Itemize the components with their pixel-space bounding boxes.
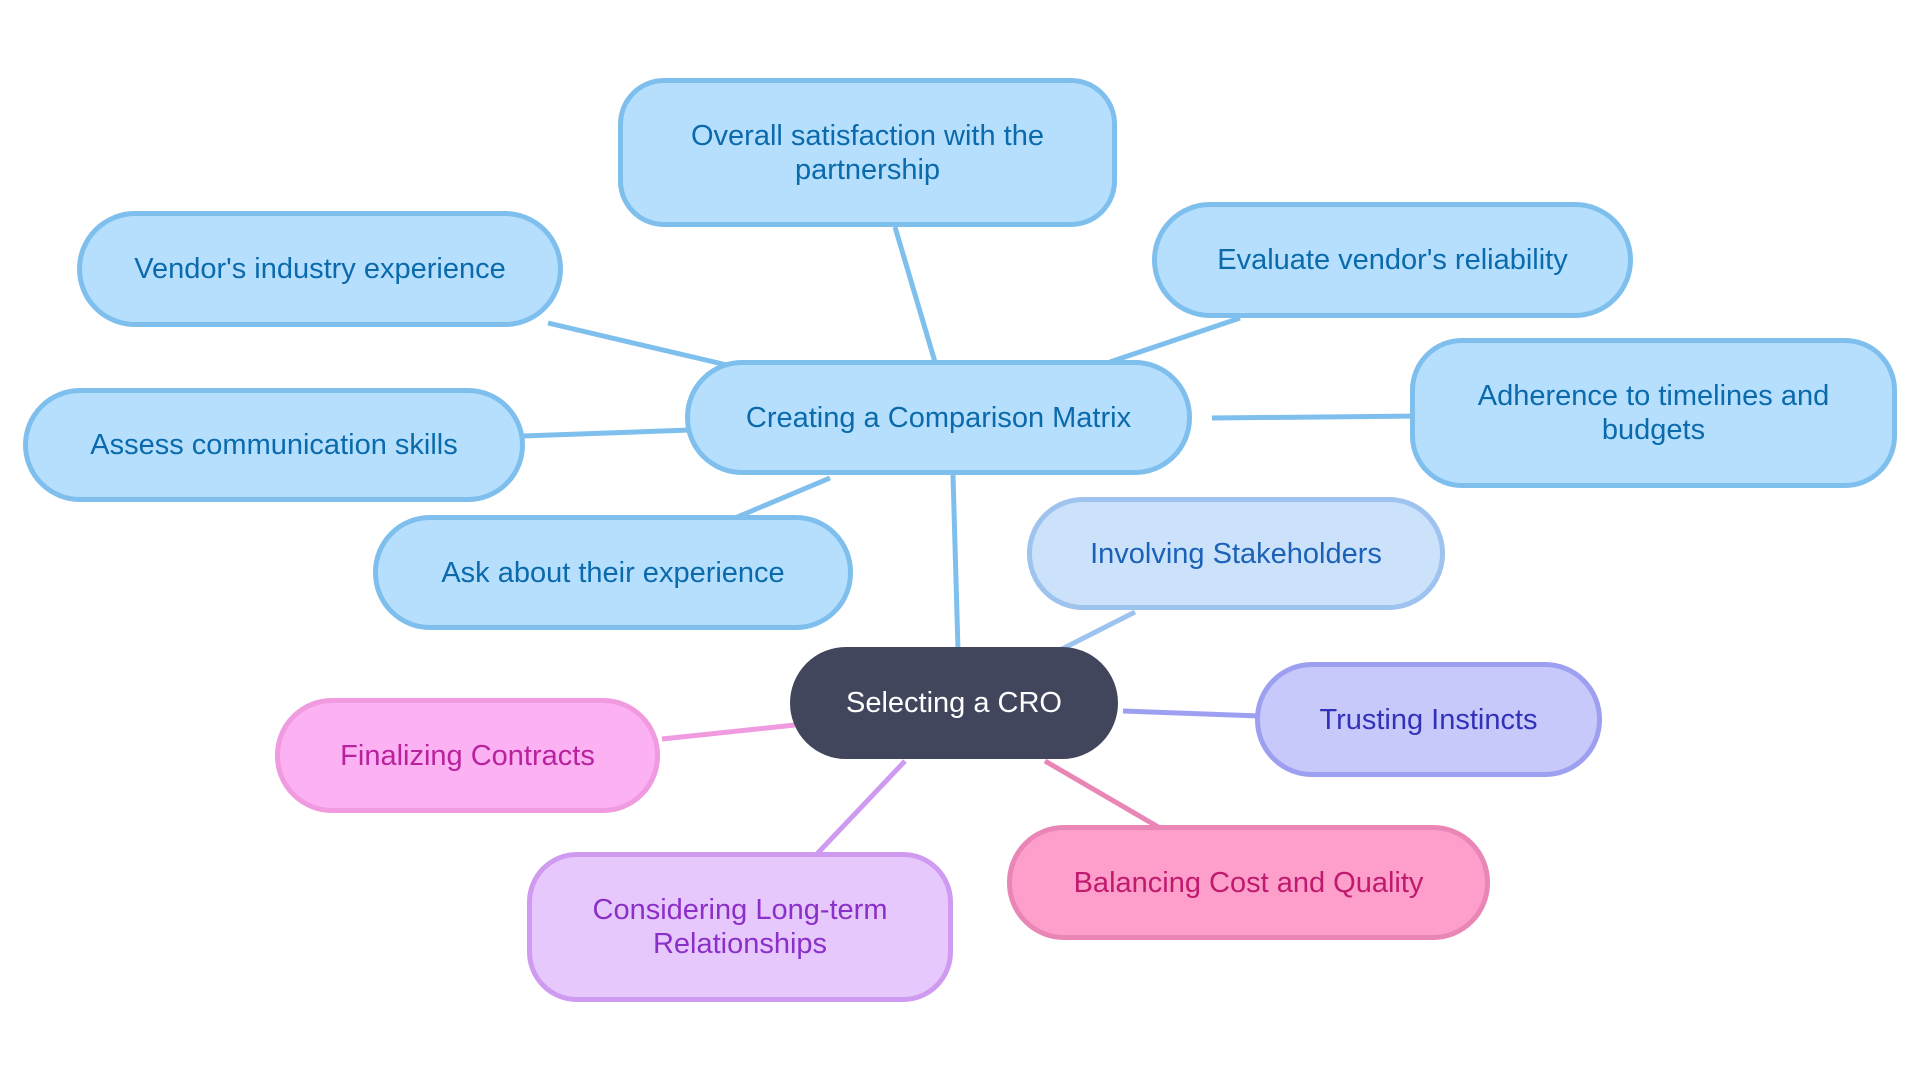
node-label: Vendor's industry experience	[134, 253, 506, 285]
node-label: Finalizing Contracts	[340, 739, 595, 772]
node-finalizing-contracts[interactable]: Finalizing Contracts	[275, 698, 660, 813]
node-label: Ask about their experience	[441, 556, 785, 589]
edge-root-trusting	[1122, 708, 1261, 719]
node-involving-stakeholders[interactable]: Involving Stakeholders	[1027, 497, 1445, 610]
node-overall-satisfaction[interactable]: Overall satisfaction with the partnershi…	[618, 78, 1117, 227]
edge-matrix-ask	[734, 475, 831, 521]
root-node-selecting-a-cro[interactable]: Selecting a CRO	[790, 647, 1118, 759]
node-balancing-cost-quality[interactable]: Balancing Cost and Quality	[1007, 825, 1490, 940]
node-label: Considering Long-term Relationships	[592, 894, 888, 960]
edge-root-involving	[1058, 609, 1137, 653]
edge-matrix-vendor	[547, 320, 728, 368]
mindmap-canvas: Selecting a CRO Creating a Comparison Ma…	[0, 0, 1920, 1080]
node-ask-about-experience[interactable]: Ask about their experience	[373, 515, 853, 630]
node-evaluate-vendor-reliability[interactable]: Evaluate vendor's reliability	[1152, 202, 1633, 318]
edge-root-matrix	[950, 474, 961, 651]
edge-root-finalizing	[661, 722, 796, 742]
edge-root-balancing	[1043, 758, 1162, 831]
edge-matrix-adherence	[1211, 413, 1421, 421]
node-adherence-timelines-budgets[interactable]: Adherence to timelines and budgets	[1410, 338, 1897, 488]
node-label: Selecting a CRO	[846, 687, 1062, 719]
edge-root-considering	[813, 759, 907, 858]
edge-matrix-assess	[522, 427, 691, 439]
edge-matrix-evaluate	[1109, 315, 1241, 365]
node-label: Adherence to timelines and budgets	[1477, 380, 1830, 446]
node-label: Balancing Cost and Quality	[1073, 866, 1424, 899]
node-label: Trusting Instincts	[1319, 703, 1538, 736]
node-label: Overall satisfaction with the partnershi…	[691, 119, 1044, 186]
edge-matrix-overall	[892, 226, 938, 363]
node-considering-long-term[interactable]: Considering Long-term Relationships	[527, 852, 953, 1002]
node-assess-communication-skills[interactable]: Assess communication skills	[23, 388, 525, 502]
node-label: Involving Stakeholders	[1090, 537, 1382, 570]
node-trusting-instincts[interactable]: Trusting Instincts	[1255, 662, 1602, 777]
node-vendor-industry-experience[interactable]: Vendor's industry experience	[77, 211, 563, 327]
node-label: Assess communication skills	[90, 429, 458, 461]
node-creating-comparison-matrix[interactable]: Creating a Comparison Matrix	[685, 360, 1192, 475]
node-label: Evaluate vendor's reliability	[1217, 244, 1568, 276]
node-label: Creating a Comparison Matrix	[745, 401, 1132, 434]
